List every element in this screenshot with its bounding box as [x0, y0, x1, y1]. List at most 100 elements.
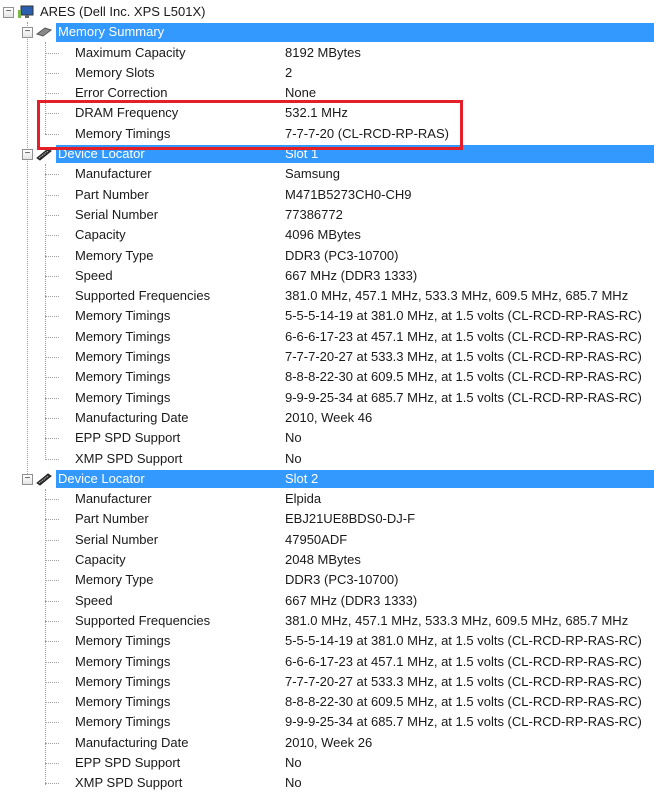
tree-line — [45, 93, 59, 95]
property-value: 667 MHz (DDR3 1333) — [285, 592, 418, 608]
device-locator-node[interactable]: − Device Locator Slot 2 — [0, 469, 654, 489]
slot-value: Slot 2 — [285, 470, 319, 486]
property-label: Manufacturer — [75, 491, 152, 507]
property-label: Memory Type — [75, 247, 154, 263]
tree-line — [45, 742, 59, 744]
property-row[interactable]: Serial Number 77386772 — [0, 205, 654, 225]
property-value: 2048 MBytes — [285, 552, 361, 568]
property-label: XMP SPD Support — [75, 775, 183, 791]
property-value: No — [285, 430, 302, 446]
collapse-icon[interactable]: − — [22, 149, 33, 161]
property-label: Memory Timings — [75, 369, 171, 385]
property-row[interactable]: Supported Frequencies 381.0 MHz, 457.1 M… — [0, 286, 654, 306]
property-row[interactable]: Memory Timings 5-5-5-14-19 at 381.0 MHz,… — [0, 631, 654, 651]
property-row[interactable]: XMP SPD Support No — [0, 449, 654, 469]
property-row[interactable]: EPP SPD Support No — [0, 428, 654, 448]
collapse-icon[interactable]: − — [22, 473, 33, 485]
property-value: 6-6-6-17-23 at 457.1 MHz, at 1.5 volts (… — [285, 328, 642, 344]
tree-line — [45, 194, 59, 196]
tree-line — [45, 762, 59, 764]
property-row[interactable]: Supported Frequencies 381.0 MHz, 457.1 M… — [0, 611, 654, 631]
tree-line — [45, 580, 59, 582]
tree-line — [45, 52, 59, 54]
property-row[interactable]: Manufacturer Samsung — [0, 164, 654, 184]
property-row[interactable]: EPP SPD Support No — [0, 753, 654, 773]
tree-line — [45, 316, 59, 318]
device-locator-label: Device Locator — [58, 470, 145, 486]
property-value: No — [285, 754, 302, 770]
tree-line — [45, 438, 59, 440]
property-row[interactable]: Speed 667 MHz (DDR3 1333) — [0, 591, 654, 611]
property-row[interactable]: Manufacturer Elpida — [0, 489, 654, 509]
property-value: 9-9-9-25-34 at 685.7 MHz, at 1.5 volts (… — [285, 714, 642, 730]
property-value: No — [285, 450, 302, 466]
memory-summary-node[interactable]: − Memory Summary — [0, 22, 654, 42]
property-row[interactable]: Memory Timings 6-6-6-17-23 at 457.1 MHz,… — [0, 327, 654, 347]
tree-line — [45, 296, 59, 298]
property-label: Memory Timings — [75, 653, 171, 669]
property-row[interactable]: Memory Timings 8-8-8-22-30 at 609.5 MHz,… — [0, 692, 654, 712]
property-row[interactable]: Part Number M471B5273CH0-CH9 — [0, 185, 654, 205]
property-label: Memory Slots — [75, 64, 155, 80]
tree-line — [45, 417, 59, 419]
property-label: Part Number — [75, 511, 149, 527]
property-value: Samsung — [285, 166, 340, 182]
computer-icon — [18, 5, 34, 18]
property-label: Memory Timings — [75, 349, 171, 365]
property-row[interactable]: Speed 667 MHz (DDR3 1333) — [0, 266, 654, 286]
property-value: 381.0 MHz, 457.1 MHz, 533.3 MHz, 609.5 M… — [285, 612, 629, 628]
property-row[interactable]: Memory Timings 9-9-9-25-34 at 685.7 MHz,… — [0, 388, 654, 408]
collapse-icon[interactable]: − — [22, 27, 33, 39]
tree-line — [45, 499, 59, 501]
property-row[interactable]: Manufacturing Date 2010, Week 46 — [0, 408, 654, 428]
property-row[interactable]: Memory Timings 9-9-9-25-34 at 685.7 MHz,… — [0, 712, 654, 732]
property-row[interactable]: Part Number EBJ21UE8BDS0-DJ-F — [0, 509, 654, 529]
property-row[interactable]: Maximum Capacity 8192 MBytes — [0, 43, 654, 63]
property-label: Memory Timings — [75, 673, 171, 689]
property-row[interactable]: Memory Timings 5-5-5-14-19 at 381.0 MHz,… — [0, 306, 654, 326]
property-value: 2010, Week 46 — [285, 409, 373, 425]
property-row[interactable]: Serial Number 47950ADF — [0, 530, 654, 550]
property-value: 381.0 MHz, 457.1 MHz, 533.3 MHz, 609.5 M… — [285, 288, 629, 304]
tree-line — [45, 539, 59, 541]
property-label: Serial Number — [75, 531, 159, 547]
memory-summary-label: Memory Summary — [58, 24, 165, 40]
property-row[interactable]: Capacity 2048 MBytes — [0, 550, 654, 570]
property-row[interactable]: Memory Timings 7-7-7-20-27 at 533.3 MHz,… — [0, 347, 654, 367]
property-row[interactable]: Memory Timings 7-7-7-20-27 at 533.3 MHz,… — [0, 672, 654, 692]
property-value: DDR3 (PC3-10700) — [285, 572, 399, 588]
tree-line — [45, 214, 59, 216]
property-row[interactable]: Memory Slots 2 — [0, 63, 654, 83]
property-row[interactable]: Memory Timings 8-8-8-22-30 at 609.5 MHz,… — [0, 367, 654, 387]
property-label: Memory Type — [75, 572, 154, 588]
tree-line — [45, 275, 59, 277]
property-label: Manufacturing Date — [75, 409, 189, 425]
tree-line — [45, 72, 59, 74]
property-value: 9-9-9-25-34 at 685.7 MHz, at 1.5 volts (… — [285, 389, 642, 405]
property-value: 4096 MBytes — [285, 227, 361, 243]
collapse-icon[interactable]: − — [3, 7, 14, 18]
tree-line — [45, 336, 59, 338]
memory-module-icon — [36, 473, 52, 486]
property-row[interactable]: Manufacturing Date 2010, Week 26 — [0, 733, 654, 753]
property-value: 8-8-8-22-30 at 609.5 MHz, at 1.5 volts (… — [285, 369, 642, 385]
highlight-box — [37, 100, 463, 150]
tree-line — [45, 702, 59, 704]
property-label: Supported Frequencies — [75, 288, 211, 304]
property-row[interactable]: Memory Type DDR3 (PC3-10700) — [0, 570, 654, 590]
tree-root[interactable]: − ARES (Dell Inc. XPS L501X) — [0, 2, 654, 22]
property-label: Memory Timings — [75, 694, 171, 710]
device-locator-row: Device Locator Slot 2 — [56, 469, 654, 489]
property-value: 7-7-7-20-27 at 533.3 MHz, at 1.5 volts (… — [285, 673, 642, 689]
property-row[interactable]: Capacity 4096 MBytes — [0, 225, 654, 245]
memory-chip-icon — [36, 27, 52, 37]
tree-line — [45, 641, 59, 643]
property-value: Elpida — [285, 491, 322, 507]
property-row[interactable]: XMP SPD Support No — [0, 773, 654, 793]
property-row[interactable]: Memory Type DDR3 (PC3-10700) — [0, 246, 654, 266]
property-label: Maximum Capacity — [75, 44, 186, 60]
tree-line — [45, 600, 59, 602]
property-row[interactable]: Memory Timings 6-6-6-17-23 at 457.1 MHz,… — [0, 652, 654, 672]
property-value: 5-5-5-14-19 at 381.0 MHz, at 1.5 volts (… — [285, 633, 642, 649]
property-label: Capacity — [75, 552, 126, 568]
